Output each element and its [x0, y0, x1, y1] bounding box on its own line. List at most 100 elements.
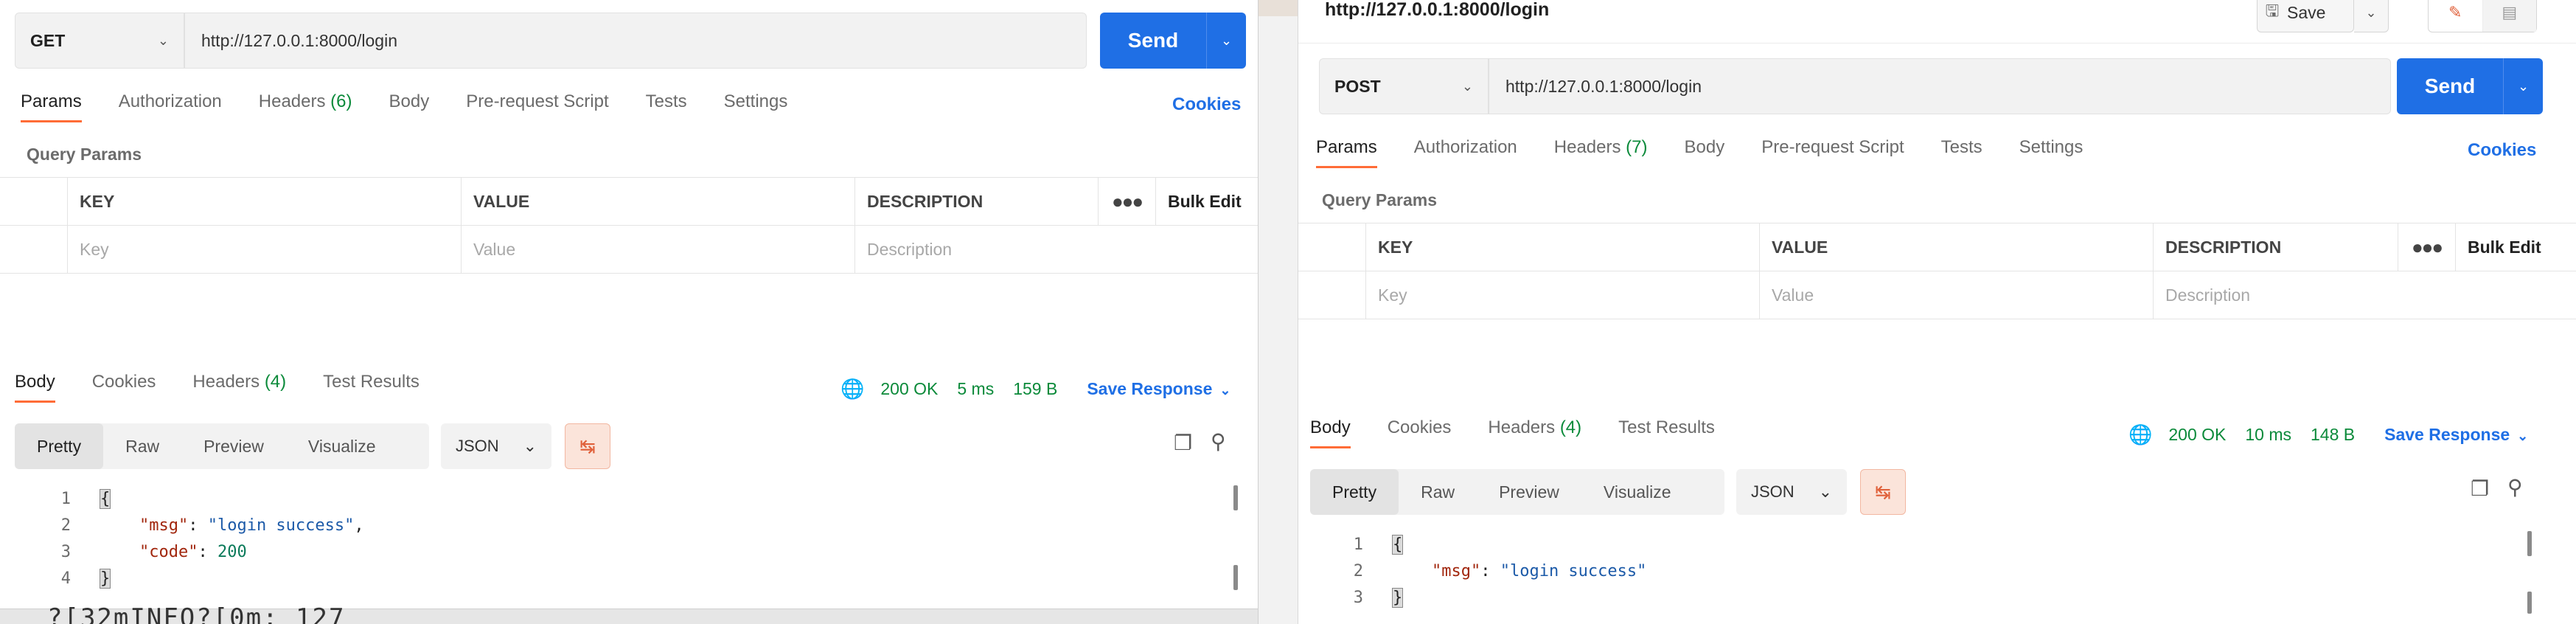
format-visualize[interactable]: Visualize — [1581, 469, 1693, 515]
left-cookies-link[interactable]: Cookies — [1172, 94, 1241, 115]
tab-authorization[interactable]: Authorization — [1414, 137, 1517, 168]
more-horizontal-icon[interactable]: ●●● — [1099, 178, 1156, 225]
code-brace: { — [1391, 534, 1404, 555]
right-response-code: 1{ 2 "msg": "login success" 3} — [1328, 531, 1646, 611]
tab-body[interactable]: Body — [1685, 137, 1725, 168]
tab-label: Test Results — [1618, 417, 1715, 437]
language-label: JSON — [456, 437, 499, 455]
resp-tab-test-results[interactable]: Test Results — [323, 372, 420, 403]
resp-tab-body[interactable]: Body — [15, 372, 55, 403]
tab-headers[interactable]: Headers (6) — [259, 91, 352, 122]
left-url-text: http://127.0.0.1:8000/login — [201, 30, 397, 50]
format-pretty[interactable]: Pretty — [15, 423, 104, 469]
search-icon[interactable]: ⚲ — [2507, 475, 2523, 499]
format-raw[interactable]: Raw — [1399, 469, 1477, 515]
scrollbar-thumb[interactable] — [2527, 531, 2532, 556]
line-number: 4 — [60, 569, 71, 588]
left-request-tabs: Params Authorization Headers (6) Body Pr… — [21, 81, 824, 122]
format-visualize[interactable]: Visualize — [286, 423, 398, 469]
tab-label: Headers — [192, 372, 260, 392]
json-string: "login success" — [207, 516, 355, 535]
bulk-edit-button[interactable]: Bulk Edit — [2456, 223, 2576, 271]
tab-authorization[interactable]: Authorization — [119, 91, 222, 122]
code-line: 2 "msg": "login success", — [35, 512, 364, 538]
key-input[interactable]: Key — [1366, 271, 1760, 319]
tab-tests[interactable]: Tests — [1941, 137, 1983, 168]
row-checkbox-col — [1298, 271, 1366, 319]
right-language-select[interactable]: JSON ⌄ — [1736, 469, 1847, 515]
resp-tab-headers[interactable]: Headers (4) — [1488, 417, 1581, 448]
right-cookies-link[interactable]: Cookies — [2468, 140, 2536, 161]
tab-settings[interactable]: Settings — [2019, 137, 2084, 168]
format-preview[interactable]: Preview — [181, 423, 286, 469]
format-raw[interactable]: Raw — [103, 423, 181, 469]
resp-tab-body[interactable]: Body — [1310, 417, 1351, 448]
chevron-down-icon[interactable]: ⌄ — [2504, 58, 2543, 114]
tab-headers[interactable]: Headers (7) — [1554, 137, 1648, 168]
json-key: "code" — [139, 542, 198, 561]
left-method-select[interactable]: GET ⌄ — [15, 13, 184, 69]
tab-label: Settings — [2019, 137, 2084, 157]
tab-label: Body — [15, 372, 55, 392]
value-input[interactable]: Value — [1760, 271, 2154, 319]
tab-label: Cookies — [91, 372, 156, 392]
resp-tab-cookies[interactable]: Cookies — [92, 372, 156, 403]
copy-icon[interactable]: ❐ — [2471, 476, 2489, 501]
response-size: 148 B — [2311, 425, 2356, 444]
tab-label: Settings — [723, 91, 788, 111]
left-url-input[interactable]: http://127.0.0.1:8000/login — [184, 13, 1087, 69]
value-input[interactable]: Value — [462, 226, 855, 273]
left-send-button[interactable]: Send ⌄ — [1100, 13, 1246, 69]
status-badge: 200 OK — [880, 379, 939, 398]
tab-params[interactable]: Params — [1316, 137, 1377, 168]
code-line: 1{ — [35, 485, 364, 512]
resp-tab-cookies[interactable]: Cookies — [1388, 417, 1452, 448]
copy-icon[interactable]: ❐ — [1174, 431, 1192, 455]
scrollbar-thumb[interactable] — [2527, 592, 2532, 614]
right-send-button[interactable]: Send ⌄ — [2397, 58, 2543, 114]
tab-label: Headers — [1488, 417, 1556, 437]
wrap-lines-icon[interactable]: ↹ — [565, 423, 610, 469]
tab-tests[interactable]: Tests — [646, 91, 687, 122]
comment-icon[interactable]: ▤ — [2482, 0, 2536, 32]
resp-tab-headers[interactable]: Headers (4) — [192, 372, 286, 403]
code-line: 3 "code": 200 — [35, 538, 364, 565]
globe-icon[interactable]: 🌐 — [2128, 423, 2152, 446]
tab-label: Body — [1310, 417, 1351, 437]
tab-pre-request-script[interactable]: Pre-request Script — [466, 91, 608, 122]
pencil-icon[interactable]: ✎ — [2429, 0, 2483, 32]
chevron-down-icon[interactable]: ⌄ — [2354, 0, 2389, 32]
format-pretty[interactable]: Pretty — [1310, 469, 1399, 515]
save-response-button[interactable]: Save Response ⌄ — [1087, 379, 1230, 399]
tab-count: (6) — [330, 91, 352, 111]
resp-tab-test-results[interactable]: Test Results — [1618, 417, 1715, 448]
description-input[interactable]: Description — [855, 226, 1258, 273]
wrap-lines-icon[interactable]: ↹ — [1860, 469, 1906, 515]
bulk-edit-button[interactable]: Bulk Edit — [1156, 178, 1258, 225]
tab-params[interactable]: Params — [21, 91, 82, 122]
left-request-bar: GET ⌄ http://127.0.0.1:8000/login — [15, 13, 1087, 70]
right-request-pane: http://127.0.0.1:8000/login 🖫 Save ⌄ ✎ ▤… — [1298, 0, 2576, 624]
view-mode-toggle: ✎ ▤ — [2428, 0, 2537, 32]
left-response-code: 1{ 2 "msg": "login success", 3 "code": 2… — [35, 485, 364, 592]
right-url-input[interactable]: http://127.0.0.1:8000/login — [1489, 58, 2391, 114]
right-method-select[interactable]: POST ⌄ — [1319, 58, 1489, 114]
description-input[interactable]: Description — [2154, 271, 2576, 319]
tab-body[interactable]: Body — [389, 91, 430, 122]
save-response-button[interactable]: Save Response ⌄ — [2384, 425, 2528, 445]
right-topbar: http://127.0.0.1:8000/login 🖫 Save ⌄ ✎ ▤ — [1298, 0, 2576, 44]
format-preview[interactable]: Preview — [1477, 469, 1581, 515]
globe-icon[interactable]: 🌐 — [840, 378, 864, 401]
chevron-down-icon[interactable]: ⌄ — [1207, 13, 1246, 69]
scrollbar-thumb[interactable] — [1233, 485, 1238, 510]
tab-settings[interactable]: Settings — [724, 91, 788, 122]
key-input[interactable]: Key — [68, 226, 462, 273]
search-icon[interactable]: ⚲ — [1211, 429, 1226, 454]
left-language-select[interactable]: JSON ⌄ — [441, 423, 551, 469]
code-line: 4} — [35, 565, 364, 592]
save-button[interactable]: 🖫 Save — [2257, 0, 2354, 32]
scrollbar-thumb[interactable] — [1233, 565, 1238, 590]
more-horizontal-icon[interactable]: ●●● — [2398, 223, 2456, 271]
tab-pre-request-script[interactable]: Pre-request Script — [1761, 137, 1904, 168]
save-response-label: Save Response — [2384, 425, 2510, 444]
